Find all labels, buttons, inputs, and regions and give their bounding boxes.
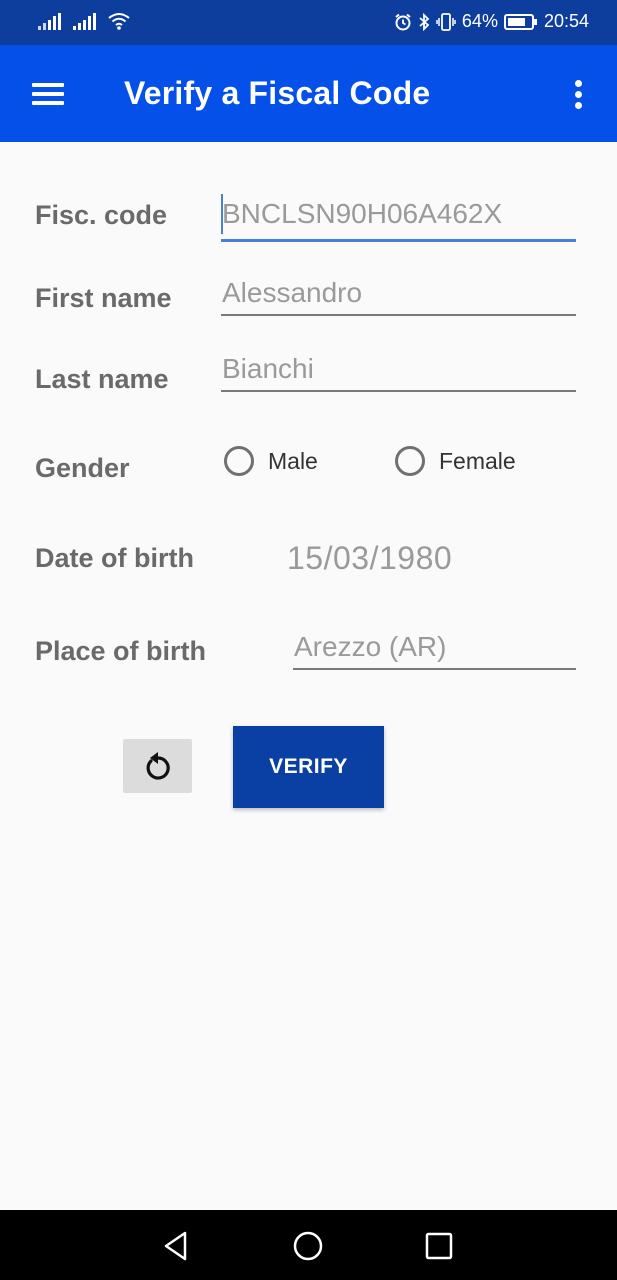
- fiscal-code-input[interactable]: BNCLSN90H06A462X: [222, 198, 502, 230]
- refresh-icon: [146, 752, 170, 780]
- radio-circle: [224, 446, 254, 476]
- place-of-birth-label: Place of birth: [35, 636, 207, 666]
- battery-icon: [503, 13, 537, 30]
- last-name-underline: [221, 390, 576, 392]
- fiscal-code-underline: [221, 239, 576, 242]
- verify-button[interactable]: VERIFY: [233, 726, 384, 808]
- navigation-bar: [0, 1210, 617, 1280]
- signal-icon: [73, 12, 96, 30]
- text-cursor: [221, 194, 223, 234]
- wifi-icon: [108, 13, 130, 30]
- gender-female-radio[interactable]: Female: [395, 446, 516, 476]
- last-name-input[interactable]: Bianchi: [222, 353, 314, 385]
- place-of-birth-underline: [293, 668, 576, 670]
- page-title: Verify a Fiscal Code: [124, 75, 431, 111]
- fiscal-code-label: Fisc. code: [35, 200, 168, 230]
- recents-icon[interactable]: [421, 1228, 457, 1264]
- last-name-label: Last name: [35, 364, 169, 394]
- vibrate-icon: [436, 12, 456, 31]
- bluetooth-icon: [419, 12, 430, 31]
- reset-button[interactable]: [123, 739, 192, 793]
- date-of-birth-picker[interactable]: 15/03/1980: [287, 540, 452, 577]
- alarm-icon: [395, 13, 411, 30]
- app-bar: Verify a Fiscal Code: [0, 45, 617, 142]
- gender-label: Gender: [35, 453, 130, 483]
- first-name-label: First name: [35, 283, 172, 313]
- first-name-underline: [221, 314, 576, 316]
- menu-icon[interactable]: [28, 79, 70, 109]
- status-time: 20:54: [543, 11, 589, 31]
- radio-circle: [395, 446, 425, 476]
- status-bar: 64% 20:54: [0, 0, 617, 45]
- first-name-input[interactable]: Alessandro: [222, 277, 362, 309]
- gender-male-radio[interactable]: Male: [224, 446, 318, 476]
- signal-icon: [38, 12, 61, 30]
- gender-female-label: Female: [439, 447, 516, 474]
- gender-male-label: Male: [268, 447, 318, 474]
- more-options-icon[interactable]: [569, 78, 589, 112]
- date-of-birth-label: Date of birth: [35, 543, 194, 573]
- home-icon[interactable]: [290, 1228, 326, 1264]
- battery-percent: 64%: [461, 11, 498, 31]
- place-of-birth-input[interactable]: Arezzo (AR): [294, 631, 446, 663]
- back-icon[interactable]: [158, 1228, 194, 1264]
